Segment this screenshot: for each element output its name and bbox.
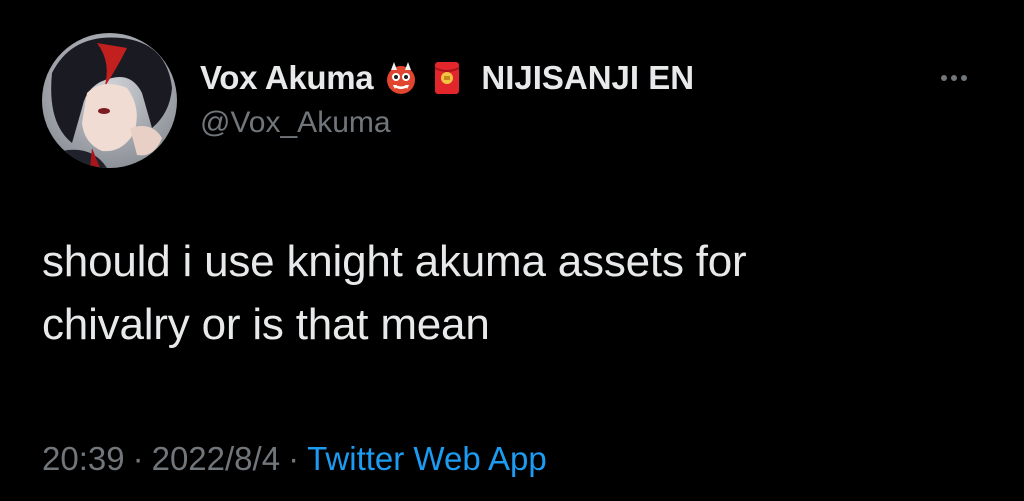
red-envelope-emoji-icon — [429, 60, 465, 96]
more-dot — [951, 75, 957, 81]
tweet-metadata: 20:39 · 2022/8/4 · Twitter Web App — [42, 440, 547, 478]
more-dot — [941, 75, 947, 81]
ogre-emoji-icon — [383, 60, 419, 96]
tweet-date[interactable]: 2022/8/4 — [152, 440, 280, 478]
author-header: Vox Akuma NIJISANJI EN — [200, 55, 694, 101]
affiliation-label: NIJISANJI EN — [481, 59, 695, 96]
separator: · — [132, 440, 144, 477]
avatar[interactable] — [42, 33, 177, 168]
tweet-text-line: should i use knight akuma assets for — [42, 237, 747, 286]
tweet-time[interactable]: 20:39 — [42, 440, 125, 478]
tweet-source-link[interactable]: Twitter Web App — [307, 440, 547, 478]
avatar-image — [42, 33, 177, 168]
tweet-card: Vox Akuma NIJISANJI EN @Vox_Akuma should… — [0, 0, 1024, 501]
author-handle[interactable]: @Vox_Akuma — [200, 106, 391, 140]
more-dot — [961, 75, 967, 81]
tweet-text: should i use knight akuma assets for chi… — [42, 230, 982, 356]
tweet-text-line: chivalry or is that mean — [42, 300, 490, 349]
display-name[interactable]: Vox Akuma — [200, 59, 374, 97]
separator: · — [288, 440, 300, 477]
more-horizontal-icon[interactable] — [932, 60, 976, 96]
